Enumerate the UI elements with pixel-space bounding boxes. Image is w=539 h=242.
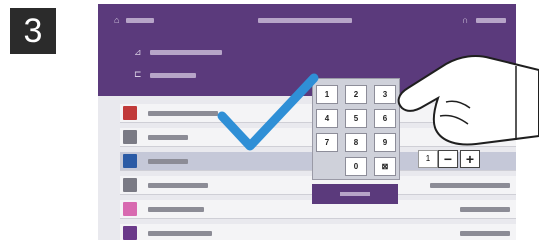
field-placeholder — [150, 73, 196, 78]
list-label-placeholder — [148, 135, 188, 140]
field-placeholder — [150, 50, 222, 55]
key-0[interactable]: 0 — [345, 157, 367, 176]
list-value-placeholder — [460, 231, 510, 236]
list-icon — [123, 154, 137, 168]
list-label-placeholder — [148, 111, 218, 116]
step-number-badge: 3 — [10, 8, 56, 54]
list-label-placeholder — [148, 183, 208, 188]
list-label-placeholder — [148, 231, 212, 236]
quantity-stepper: 1 − + — [418, 150, 494, 168]
quantity-value[interactable]: 1 — [418, 150, 438, 168]
home-icon[interactable]: ⌂ — [114, 16, 119, 25]
field-icon: ⊏ — [134, 69, 142, 79]
enter-label-placeholder — [340, 192, 370, 196]
key-5[interactable]: 5 — [345, 109, 367, 128]
header-title-placeholder — [258, 18, 352, 23]
plus-button[interactable]: + — [460, 150, 480, 168]
key-8[interactable]: 8 — [345, 133, 367, 152]
list-icon — [123, 202, 137, 216]
list-icon — [123, 106, 137, 120]
checkmark-icon — [217, 73, 319, 151]
list-label-placeholder — [148, 159, 188, 164]
list-label-placeholder — [148, 207, 204, 212]
list-icon — [123, 130, 137, 144]
clear-key-icon[interactable]: ⊠ — [374, 157, 396, 176]
headset-icon[interactable]: ∩ — [462, 16, 468, 25]
list-icon — [123, 178, 137, 192]
minus-button[interactable]: − — [438, 150, 458, 168]
header-placeholder — [126, 18, 154, 23]
list-item[interactable] — [120, 224, 516, 240]
key-2[interactable]: 2 — [345, 85, 367, 104]
enter-button[interactable] — [312, 184, 398, 204]
list-value-placeholder — [430, 183, 510, 188]
field-icon: ⊿ — [134, 47, 142, 57]
header-placeholder — [476, 18, 506, 23]
list-icon — [123, 226, 137, 240]
hand-pointing-icon — [397, 55, 539, 146]
list-value-placeholder — [460, 207, 510, 212]
